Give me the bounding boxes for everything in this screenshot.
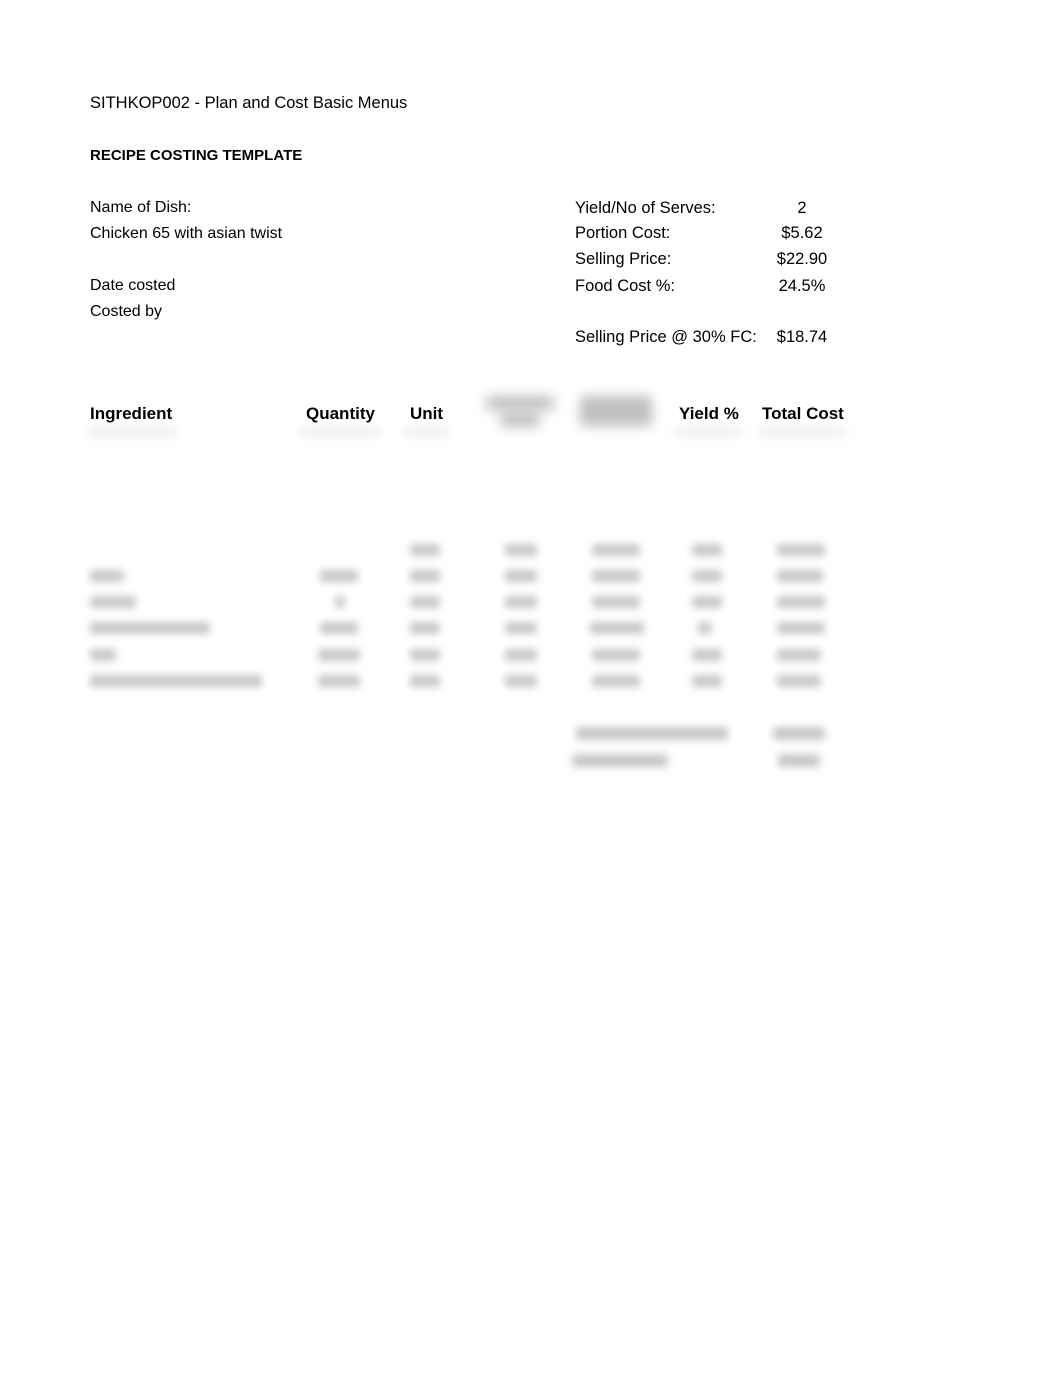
course-title: SITHKOP002 - Plan and Cost Basic Menus — [90, 94, 408, 112]
header-unit: Unit — [410, 404, 444, 423]
total-cost-label-blurred — [576, 727, 728, 740]
blurred-cell — [592, 596, 640, 608]
blurred-cell — [505, 596, 537, 608]
blurred-cell — [590, 622, 644, 634]
selling-price-30-value: $18.74 — [776, 328, 828, 346]
header-quantity: Quantity — [306, 404, 375, 423]
dish-name-label: Name of Dish: — [90, 199, 192, 216]
total-cost-value-blurred — [773, 727, 825, 740]
dish-name-value: Chicken 65 with asian twist — [90, 225, 283, 242]
blurred-cell — [692, 570, 722, 582]
header-blurred-2 — [580, 396, 652, 426]
blurred-cell — [505, 622, 537, 634]
blurred-cell — [692, 596, 722, 608]
yield-value: 2 — [797, 199, 807, 217]
blurred-cell — [777, 570, 823, 582]
selling-price-30-label: Selling Price @ 30% FC: — [575, 328, 757, 346]
header-underline — [300, 428, 380, 436]
blurred-cell — [410, 544, 440, 556]
blurred-cell — [777, 622, 825, 634]
blurred-cell — [592, 544, 640, 556]
date-costed-label: Date costed — [90, 277, 176, 294]
blurred-cell — [777, 596, 825, 608]
header-underline — [758, 428, 846, 436]
blurred-cell — [410, 596, 440, 608]
blurred-cell — [410, 649, 440, 661]
blurred-cell — [410, 570, 440, 582]
selling-price-label: Selling Price: — [575, 250, 672, 268]
blurred-cell — [777, 675, 821, 687]
blurred-cell — [505, 544, 537, 556]
header-underline — [88, 428, 178, 436]
blurred-cell — [592, 570, 640, 582]
blurred-cell — [692, 675, 722, 687]
selling-price-value: $22.90 — [776, 250, 828, 268]
blurred-cell — [318, 649, 360, 661]
header-ingredient: Ingredient — [90, 404, 173, 423]
food-cost-value: 24.5% — [778, 277, 826, 295]
blurred-cell — [505, 570, 537, 582]
blurred-cell — [692, 649, 722, 661]
blurred-cell — [410, 622, 440, 634]
blurred-cell — [90, 675, 262, 687]
blurred-cell — [592, 649, 640, 661]
portion-cost-label: Portion Cost: — [575, 224, 671, 242]
portion-cost-label-blurred — [572, 754, 668, 767]
blurred-cell — [90, 622, 210, 634]
header-blurred-1a — [486, 396, 554, 410]
header-underline — [675, 428, 740, 436]
blurred-cell — [90, 649, 116, 661]
portion-cost-value: $5.62 — [781, 224, 823, 242]
header-yield: Yield % — [679, 404, 739, 423]
blurred-cell — [592, 675, 640, 687]
header-underline — [405, 428, 450, 436]
food-cost-label: Food Cost %: — [575, 277, 675, 295]
blurred-cell — [505, 675, 537, 687]
costed-by-label: Costed by — [90, 303, 163, 320]
blurred-cell — [320, 622, 358, 634]
blurred-cell — [777, 649, 821, 661]
template-title: RECIPE COSTING TEMPLATE — [90, 147, 303, 164]
blurred-cell — [692, 544, 722, 556]
blurred-cell — [410, 675, 440, 687]
blurred-cell — [90, 570, 124, 582]
header-blurred-1b — [500, 413, 540, 427]
header-total-cost: Total Cost — [762, 404, 844, 423]
yield-label: Yield/No of Serves: — [575, 199, 716, 217]
blurred-cell — [318, 675, 360, 687]
blurred-cell — [505, 649, 537, 661]
blurred-cell — [320, 570, 358, 582]
blurred-cell — [777, 544, 825, 556]
blurred-cell — [335, 596, 345, 608]
blurred-cell — [698, 622, 712, 634]
portion-cost-value-blurred — [778, 754, 820, 767]
blurred-cell — [90, 596, 136, 608]
